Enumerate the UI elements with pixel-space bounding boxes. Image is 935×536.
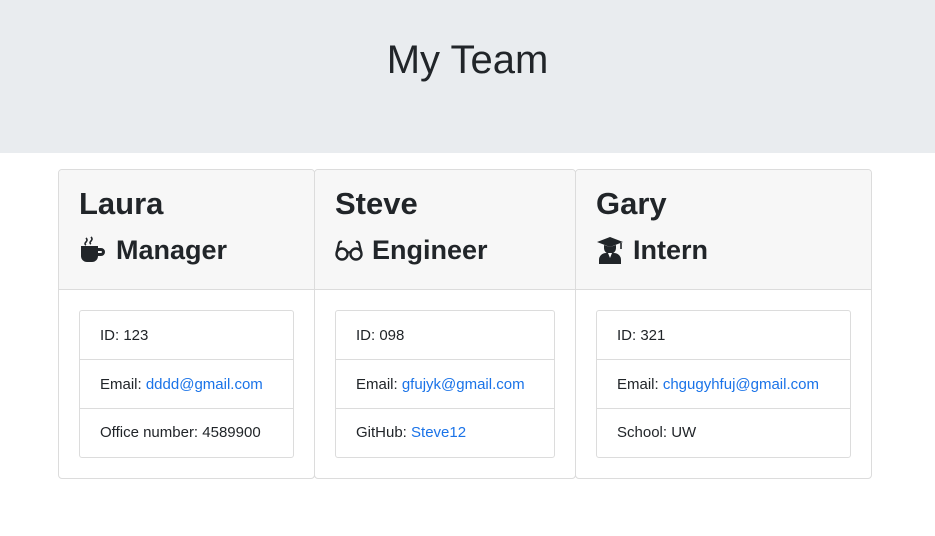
role-label: Engineer xyxy=(372,235,488,265)
graduate-icon xyxy=(595,235,625,265)
office-number-item: Office number: 4589900 xyxy=(80,409,293,457)
team-member-card-engineer: Steve Engineer ID: 098 Email: gfujyk@gma… xyxy=(314,169,576,479)
team-member-card-manager: Laura Manager ID: 123 Email: dddd@gmail.… xyxy=(58,169,315,479)
page-title: My Team xyxy=(386,38,549,82)
id-item: ID: 321 xyxy=(597,311,850,360)
coffee-mug-icon xyxy=(78,235,108,265)
email-link[interactable]: gfujyk@gmail.com xyxy=(402,376,525,393)
email-label: Email: xyxy=(100,376,146,393)
glasses-icon xyxy=(334,235,364,265)
header-banner: My Team xyxy=(0,0,935,153)
email-item: Email: chgugyhfuj@gmail.com xyxy=(597,360,850,409)
card-header: Steve Engineer xyxy=(315,170,575,290)
id-value: 098 xyxy=(379,327,405,344)
school-item: School: UW xyxy=(597,409,850,457)
email-label: Email: xyxy=(617,376,663,393)
id-item: ID: 123 xyxy=(80,311,293,360)
card-header: Laura Manager xyxy=(59,170,314,290)
email-item: Email: dddd@gmail.com xyxy=(80,360,293,409)
github-label: GitHub: xyxy=(356,424,412,441)
email-label: Email: xyxy=(356,376,402,393)
office-number-value: 4589900 xyxy=(202,424,261,441)
employee-role: Intern xyxy=(595,232,708,268)
id-label: ID: xyxy=(617,327,641,344)
employee-name: Steve xyxy=(335,186,418,221)
id-label: ID: xyxy=(100,327,124,344)
id-value: 123 xyxy=(123,327,149,344)
info-list: ID: 321 Email: chgugyhfuj@gmail.com Scho… xyxy=(596,310,851,458)
office-number-label: Office number: xyxy=(100,424,203,441)
info-list: ID: 123 Email: dddd@gmail.com Office num… xyxy=(79,310,294,458)
email-link[interactable]: dddd@gmail.com xyxy=(146,376,263,393)
employee-name: Laura xyxy=(79,186,164,221)
team-member-card-intern: Gary Intern ID: 321 Email: chgugyhfuj@gm… xyxy=(575,169,872,479)
id-label: ID: xyxy=(356,327,380,344)
email-link[interactable]: chgugyhfuj@gmail.com xyxy=(663,376,819,393)
id-item: ID: 098 xyxy=(336,311,554,360)
github-link[interactable]: Steve12 xyxy=(411,424,466,441)
employee-role: Engineer xyxy=(334,232,488,268)
school-label: School: xyxy=(617,424,672,441)
card-header: Gary Intern xyxy=(576,170,871,290)
role-label: Intern xyxy=(633,235,709,265)
email-item: Email: gfujyk@gmail.com xyxy=(336,360,554,409)
info-list: ID: 098 Email: gfujyk@gmail.com GitHub: … xyxy=(335,310,555,458)
role-label: Manager xyxy=(116,235,228,265)
school-value: UW xyxy=(671,424,697,441)
id-value: 321 xyxy=(640,327,666,344)
employee-name: Gary xyxy=(596,186,667,221)
github-item: GitHub: Steve12 xyxy=(336,409,554,457)
employee-role: Manager xyxy=(78,232,227,268)
